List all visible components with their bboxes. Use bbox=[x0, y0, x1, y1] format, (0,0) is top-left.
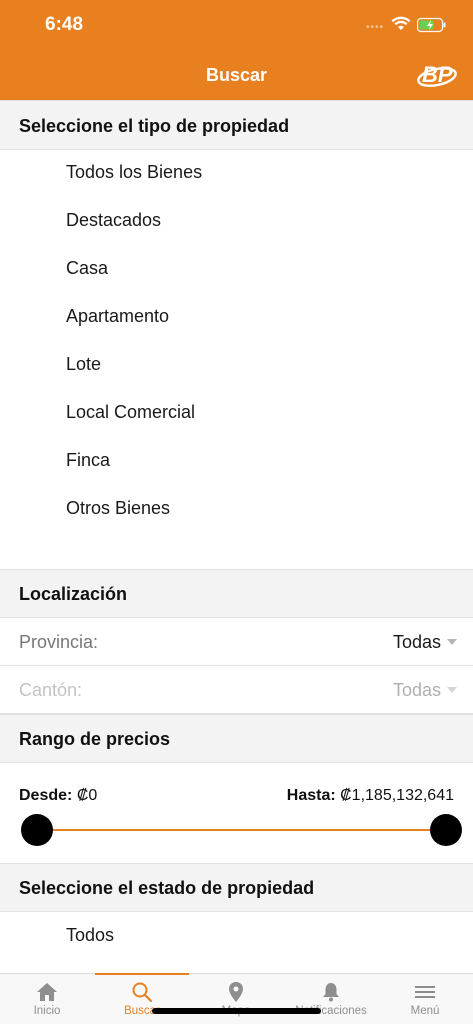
tab-buscar[interactable]: Buscar bbox=[95, 974, 189, 1024]
province-label: Provincia: bbox=[19, 632, 99, 652]
property-type-option[interactable]: Local Comercial bbox=[66, 402, 195, 423]
property-type-option[interactable]: Apartamento bbox=[66, 306, 169, 327]
canton-label: Cantón: bbox=[19, 680, 83, 700]
status-time: 6:48 bbox=[45, 14, 84, 35]
battery-icon bbox=[417, 17, 446, 33]
home-icon bbox=[37, 983, 57, 1001]
price-from: Desde: ₡0 bbox=[19, 787, 97, 805]
dropdown-caret-icon bbox=[447, 639, 457, 645]
property-state-option[interactable]: Todos bbox=[66, 925, 114, 946]
bell-icon bbox=[323, 983, 339, 1002]
tab-bar: Inicio Buscar Mapa Notificaciones Menú bbox=[0, 973, 473, 1024]
location-heading: Localización bbox=[0, 569, 473, 618]
tab-label: Menú bbox=[410, 1005, 440, 1017]
dropdown-caret-icon bbox=[447, 687, 457, 693]
hamburger-menu-icon bbox=[415, 986, 435, 998]
property-type-option[interactable]: Casa bbox=[66, 258, 108, 279]
canton-value[interactable]: Todas bbox=[393, 680, 441, 701]
tab-notificaciones[interactable]: Notificaciones bbox=[284, 974, 378, 1024]
price-range-heading: Rango de precios bbox=[0, 714, 473, 763]
price-slider-track[interactable] bbox=[36, 829, 446, 831]
price-from-value: ₡0 bbox=[76, 787, 98, 804]
wifi-icon bbox=[391, 16, 411, 30]
price-slider-max-handle[interactable] bbox=[430, 814, 462, 846]
property-type-option[interactable]: Lote bbox=[66, 354, 101, 375]
app-header: 6:48 •••• Buscar BP bbox=[0, 0, 473, 101]
property-state-heading: Seleccione el estado de propiedad bbox=[0, 863, 473, 912]
property-type-option[interactable]: Destacados bbox=[66, 210, 161, 231]
tab-menu[interactable]: Menú bbox=[378, 974, 472, 1024]
tab-mapa[interactable]: Mapa bbox=[189, 974, 283, 1024]
province-select[interactable]: Provincia: Todas bbox=[0, 618, 473, 666]
svg-text:BP: BP bbox=[422, 62, 453, 87]
canton-select[interactable]: Cantón: Todas bbox=[0, 666, 473, 714]
tab-inicio[interactable]: Inicio bbox=[0, 974, 94, 1024]
property-type-option[interactable]: Otros Bienes bbox=[66, 498, 170, 519]
property-type-option[interactable]: Todos los Bienes bbox=[66, 162, 202, 183]
property-type-heading: Seleccione el tipo de propiedad bbox=[0, 100, 473, 150]
province-value[interactable]: Todas bbox=[393, 632, 441, 653]
price-to-value: ₡1,185,132,641 bbox=[340, 787, 454, 804]
map-pin-icon bbox=[229, 982, 243, 1002]
tab-label: Inicio bbox=[33, 1005, 61, 1017]
price-to: Hasta: ₡1,185,132,641 bbox=[287, 787, 454, 805]
price-slider-min-handle[interactable] bbox=[21, 814, 53, 846]
page-title: Buscar bbox=[205, 65, 268, 85]
price-from-label: Desde: bbox=[19, 787, 73, 804]
cellular-signal-icon: •••• bbox=[366, 22, 385, 33]
home-indicator bbox=[152, 1008, 321, 1014]
bp-logo: BP bbox=[417, 62, 457, 88]
price-to-label: Hasta: bbox=[286, 787, 336, 804]
search-icon bbox=[132, 982, 153, 1003]
property-type-option[interactable]: Finca bbox=[66, 450, 110, 471]
